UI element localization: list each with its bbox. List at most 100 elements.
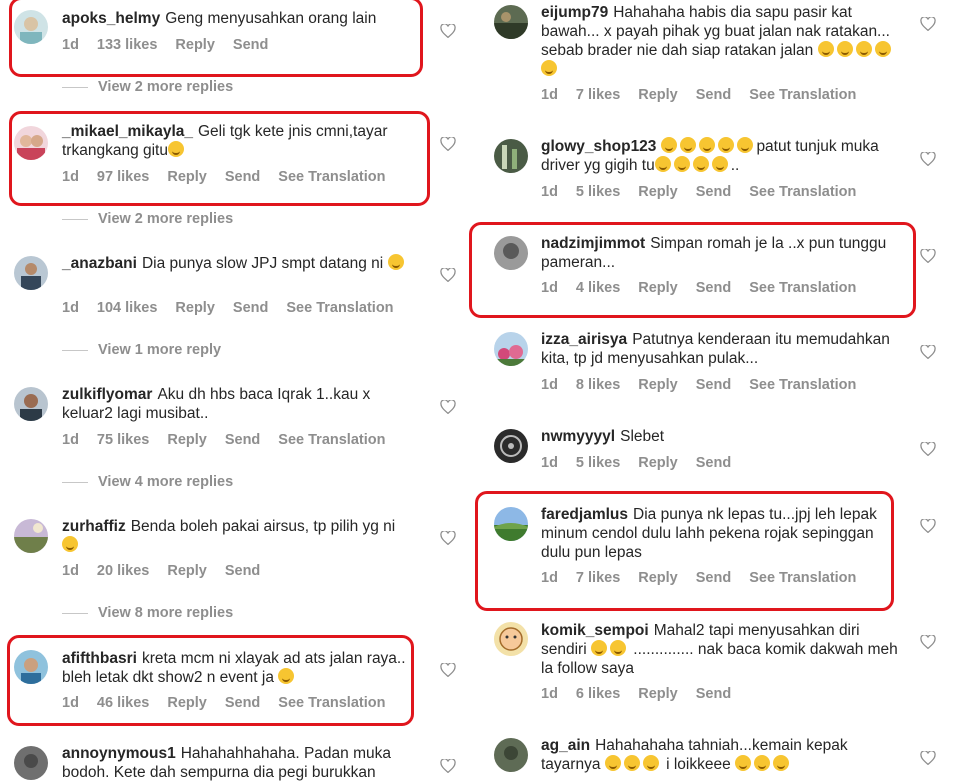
like-heart-icon[interactable] bbox=[440, 268, 456, 282]
avatar[interactable] bbox=[14, 519, 48, 553]
send-button[interactable]: Send bbox=[696, 184, 731, 200]
rofl-emoji-icon bbox=[817, 41, 834, 57]
reply-button[interactable]: Reply bbox=[167, 432, 207, 448]
send-button[interactable]: Send bbox=[225, 563, 260, 579]
send-button[interactable]: Send bbox=[225, 432, 260, 448]
send-button[interactable]: Send bbox=[233, 300, 268, 316]
view-more-replies[interactable]: View 4 more replies bbox=[62, 474, 233, 490]
comment-username[interactable]: eijump79 bbox=[541, 4, 608, 21]
like-heart-icon[interactable] bbox=[440, 400, 456, 414]
view-more-replies[interactable]: View 2 more replies bbox=[62, 211, 233, 227]
comment-username[interactable]: glowy_shop123 bbox=[541, 138, 656, 155]
like-heart-icon[interactable] bbox=[920, 635, 936, 649]
reply-button[interactable]: Reply bbox=[638, 184, 678, 200]
comment-time: 1d bbox=[541, 686, 558, 702]
send-button[interactable]: Send bbox=[696, 686, 731, 702]
like-heart-icon[interactable] bbox=[920, 345, 936, 359]
rofl-emoji-icon bbox=[855, 41, 872, 57]
like-heart-icon[interactable] bbox=[920, 17, 936, 31]
joy-emoji-icon bbox=[692, 156, 709, 172]
like-heart-icon[interactable] bbox=[440, 663, 456, 677]
comment-username[interactable]: izza_airisya bbox=[541, 331, 627, 348]
comment-time: 1d bbox=[62, 563, 79, 579]
comment-username[interactable]: zulkiflyomar bbox=[62, 386, 152, 403]
reply-button[interactable]: Reply bbox=[638, 455, 678, 471]
like-heart-icon[interactable] bbox=[440, 24, 456, 38]
comment-likes[interactable]: 5 likes bbox=[576, 184, 620, 200]
comment-time: 1d bbox=[541, 87, 558, 103]
heart-eyes-emoji-icon bbox=[604, 755, 621, 771]
like-heart-icon[interactable] bbox=[440, 531, 456, 545]
highlight-box bbox=[469, 222, 916, 318]
avatar[interactable] bbox=[494, 332, 528, 366]
comment-likes[interactable]: 7 likes bbox=[576, 87, 620, 103]
view-more-replies[interactable]: View 8 more replies bbox=[62, 605, 233, 621]
rofl-emoji-icon bbox=[836, 41, 853, 57]
rofl-emoji-icon bbox=[541, 60, 557, 76]
laughing-emoji-icon bbox=[387, 254, 404, 270]
reply-button[interactable]: Reply bbox=[175, 300, 215, 316]
rofl-emoji-icon bbox=[773, 755, 790, 771]
see-translation-button[interactable]: See Translation bbox=[749, 184, 856, 200]
reply-button[interactable]: Reply bbox=[638, 686, 678, 702]
rofl-emoji-icon bbox=[62, 536, 78, 552]
comment-likes[interactable]: 5 likes bbox=[576, 455, 620, 471]
see-translation-button[interactable]: See Translation bbox=[749, 377, 856, 393]
comment-likes[interactable]: 6 likes bbox=[576, 686, 620, 702]
joy-emoji-icon bbox=[711, 156, 728, 172]
see-translation-button[interactable]: See Translation bbox=[286, 300, 393, 316]
comment-text: i loikkeee bbox=[666, 756, 731, 773]
comment-text: Slebet bbox=[620, 428, 665, 445]
view-more-replies[interactable]: View 2 more replies bbox=[62, 79, 233, 95]
heart-eyes-emoji-icon bbox=[623, 755, 640, 771]
comment-likes[interactable]: 8 likes bbox=[576, 377, 620, 393]
view-more-replies[interactable]: View 1 more reply bbox=[62, 342, 221, 358]
reply-button[interactable]: Reply bbox=[167, 563, 207, 579]
heart-eyes-emoji-icon bbox=[642, 755, 659, 771]
avatar[interactable] bbox=[494, 5, 528, 39]
comment-time: 1d bbox=[541, 455, 558, 471]
highlight-box bbox=[475, 491, 894, 611]
comment-time: 1d bbox=[541, 377, 558, 393]
avatar[interactable] bbox=[494, 139, 528, 173]
avatar[interactable] bbox=[494, 738, 528, 772]
comment-username[interactable]: komik_sempoi bbox=[541, 622, 649, 639]
highlight-box bbox=[9, 111, 430, 206]
like-heart-icon[interactable] bbox=[920, 152, 936, 166]
comment-username[interactable]: _anazbani bbox=[62, 255, 137, 272]
like-heart-icon[interactable] bbox=[920, 249, 936, 263]
comment-text: Benda boleh pakai airsus, tp pilih yg ni bbox=[130, 518, 396, 535]
comment-text: .. bbox=[730, 157, 740, 174]
like-heart-icon[interactable] bbox=[920, 519, 936, 533]
comment-username[interactable]: nwmyyyyl bbox=[541, 428, 615, 445]
see-translation-button[interactable]: See Translation bbox=[278, 432, 385, 448]
rofl-emoji-icon bbox=[735, 755, 752, 771]
avatar[interactable] bbox=[14, 746, 48, 780]
sweat-smile-emoji-icon bbox=[609, 640, 626, 656]
like-heart-icon[interactable] bbox=[920, 751, 936, 765]
comment-likes[interactable]: 104 likes bbox=[97, 300, 157, 316]
like-heart-icon[interactable] bbox=[440, 137, 456, 151]
highlight-box bbox=[7, 635, 414, 726]
see-translation-button[interactable]: See Translation bbox=[749, 87, 856, 103]
avatar[interactable] bbox=[494, 429, 528, 463]
avatar[interactable] bbox=[494, 622, 528, 656]
highlight-box bbox=[9, 0, 423, 77]
comment-username[interactable]: annoynymous1 bbox=[62, 745, 176, 762]
reply-button[interactable]: Reply bbox=[638, 87, 678, 103]
reply-button[interactable]: Reply bbox=[638, 377, 678, 393]
comment-likes[interactable]: 20 likes bbox=[97, 563, 149, 579]
comment-time: 1d bbox=[541, 184, 558, 200]
comment-username[interactable]: ag_ain bbox=[541, 737, 590, 754]
comment-likes[interactable]: 75 likes bbox=[97, 432, 149, 448]
comment-username[interactable]: zurhaffiz bbox=[62, 518, 126, 535]
like-heart-icon[interactable] bbox=[920, 442, 936, 456]
avatar[interactable] bbox=[14, 256, 48, 290]
send-button[interactable]: Send bbox=[696, 377, 731, 393]
like-heart-icon[interactable] bbox=[440, 759, 456, 773]
send-button[interactable]: Send bbox=[696, 455, 731, 471]
avatar[interactable] bbox=[14, 387, 48, 421]
send-button[interactable]: Send bbox=[696, 87, 731, 103]
joy-emoji-icon bbox=[654, 156, 671, 172]
rofl-emoji-icon bbox=[754, 755, 771, 771]
